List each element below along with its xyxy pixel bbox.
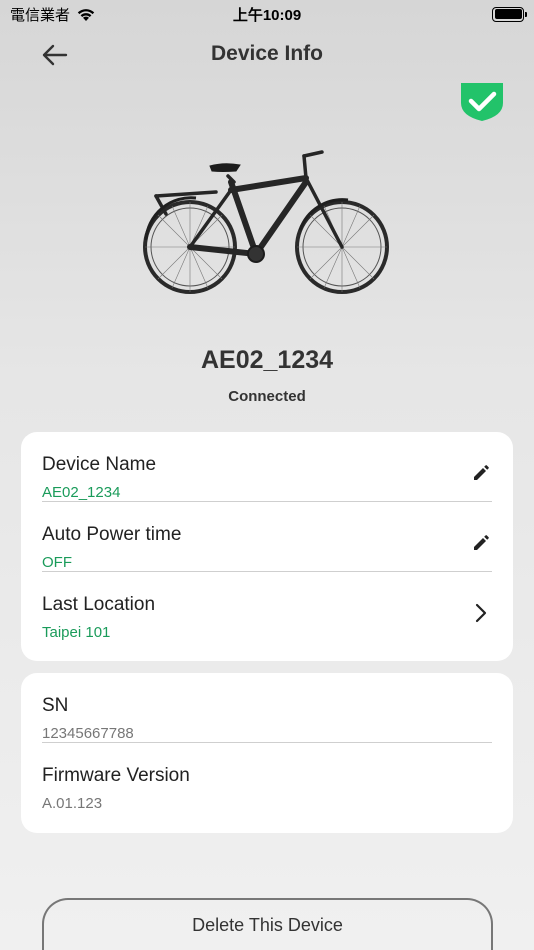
status-left: 電信業者 — [10, 4, 96, 25]
shield-check-icon — [461, 83, 503, 121]
firmware-value: A.01.123 — [42, 795, 103, 812]
auto-power-value: OFF — [42, 554, 72, 571]
settings-card: Device Name AE02_1234 Auto Power time OF… — [21, 432, 513, 661]
page-title: Device Info — [210, 42, 324, 65]
last-location-value: Taipei 101 — [42, 624, 111, 641]
nav-bar: Device Info — [0, 30, 534, 80]
last-location-label: Last Location — [42, 594, 156, 615]
last-location-row[interactable]: Last Location Taipei 101 — [42, 572, 492, 642]
pencil-icon — [474, 465, 489, 480]
device-name-label: Device Name — [42, 454, 157, 475]
chevron-right-icon — [475, 603, 487, 623]
edit-device-name-button[interactable] — [470, 462, 492, 484]
battery-icon — [492, 6, 527, 22]
device-name-row[interactable]: Device Name AE02_1234 — [42, 432, 492, 502]
open-location-button[interactable] — [470, 602, 492, 624]
auto-power-row[interactable]: Auto Power time OFF — [42, 502, 492, 572]
sn-value: 12345667788 — [42, 725, 134, 742]
pencil-icon — [474, 535, 489, 550]
firmware-row: Firmware Version A.01.123 — [42, 743, 492, 813]
bike-image — [143, 150, 389, 294]
device-name-value: AE02_1234 — [42, 484, 121, 501]
delete-device-button[interactable]: Delete This Device — [42, 898, 493, 950]
carrier-label: 電信業者 — [10, 6, 71, 24]
sn-row: SN 12345667788 — [42, 673, 492, 743]
connection-status: Connected — [228, 388, 306, 405]
sn-label: SN — [42, 695, 69, 716]
status-bar: 電信業者 上午10:09 — [0, 0, 534, 28]
firmware-label: Firmware Version — [42, 765, 190, 786]
edit-auto-power-button[interactable] — [470, 532, 492, 554]
auto-power-label: Auto Power time — [42, 524, 182, 545]
info-card: SN 12345667788 Firmware Version A.01.123 — [21, 673, 513, 833]
device-name-heading: AE02_1234 — [200, 346, 334, 374]
wifi-icon — [77, 8, 95, 21]
